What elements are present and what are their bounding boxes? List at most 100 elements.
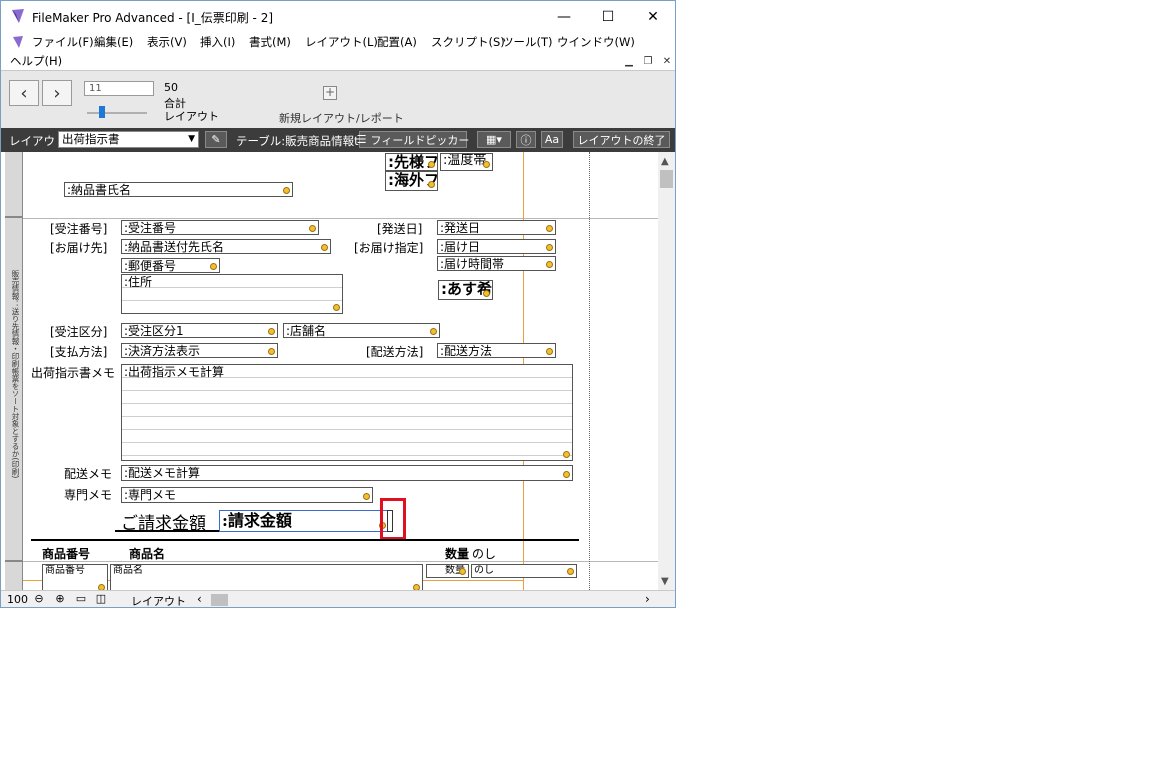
overseas-flag-field[interactable]: :海外フ [385,171,438,191]
col-noshi-label: のし [472,547,497,561]
layout-canvas[interactable]: 販売情報：送り先情報・印刷帳票をソート対象とするか(印刷) :先様フ :温度帯 … [1,152,658,590]
minimize-button[interactable]: — [541,1,587,32]
new-layout-button-label[interactable]: 新規レイアウト/レポート [279,110,404,126]
part-label-tab[interactable]: 販売情報：送り先情報・印刷帳票をソート対象とするか(印刷) [5,152,23,590]
billing-amount-field[interactable]: :請求金額 [219,510,389,532]
menu-edit[interactable]: 編集(E) [94,34,133,50]
billing-underline [115,530,221,532]
close-button[interactable]: ✕ [630,1,675,32]
theme-dropdown-button[interactable]: ▦▾ [477,131,511,148]
payment-field[interactable]: :決済方法表示 [121,343,278,358]
split-view-icon[interactable]: ◫ [93,592,109,607]
zip-field[interactable]: :郵便番号 [121,258,220,273]
chevron-right-icon: › [53,82,61,104]
address-field[interactable]: :住所 [121,274,343,314]
forward-button[interactable]: › [42,80,72,106]
special-memo-label: 専門メモ [64,488,113,502]
chevron-left-icon: ‹ [20,82,28,104]
ship-method-label: [配送方法] [366,345,424,359]
horizontal-scroll-thumb[interactable] [211,594,228,606]
destination-flag-field[interactable]: :先様フ [385,153,438,171]
layout-bar: レイアウト: 出荷指示書 ▼ ✎ テーブル:販売商品情報t ☰ フィールドピッカ… [1,128,675,152]
vertical-scrollbar[interactable]: ▲ ▼ [658,152,675,590]
scroll-left-icon[interactable]: ‹ [197,592,202,606]
vertical-scroll-thumb[interactable] [660,170,673,188]
row-noshi-field[interactable]: のし [471,564,577,578]
menu-help[interactable]: ヘルプ(H) [10,53,62,69]
menu-format[interactable]: 書式(M) [249,34,291,50]
scroll-up-icon[interactable]: ▲ [661,156,669,167]
text-format-button[interactable]: Aa [541,131,563,148]
resize-handle[interactable] [387,510,393,532]
mdi-minimize-button[interactable]: ▁ [621,53,637,69]
scroll-down-icon[interactable]: ▼ [661,576,669,587]
record-number-input[interactable]: 11 [84,81,154,96]
mdi-restore-button[interactable]: ❐ [640,53,656,69]
layout-select[interactable]: 出荷指示書 ▼ [58,131,199,148]
ship-date-label: [発送日] [377,222,423,236]
menu-view[interactable]: 表示(V) [147,34,187,50]
mdi-close-button[interactable]: ✕ [659,53,675,69]
tomorrow-flag-field[interactable]: :あす希 [438,280,493,300]
status-toolbar-toggle-icon[interactable]: ▭ [73,592,89,607]
list-icon: ☰ [356,133,367,146]
new-layout-icon[interactable]: + [323,86,337,100]
menu-scripts[interactable]: スクリプト(S) [431,34,505,50]
scroll-right-icon[interactable]: › [645,592,650,606]
record-slider-thumb[interactable] [99,106,105,118]
filemaker-app-icon [12,9,24,23]
status-toolbar: ‹ › 11 50 合計 レイアウト + 新規レイアウト/レポート [1,70,675,130]
row-qty-field[interactable]: 数量 [426,564,469,578]
delivery-time-field[interactable]: :届け時間帯 [437,256,556,271]
delivery-memo-label: 配送メモ [64,467,113,481]
zoom-in-icon[interactable]: ⊕ [52,592,68,607]
menu-insert[interactable]: 挿入(I) [200,34,235,50]
field-picker-label: フィールドピッカー [370,133,470,147]
inspector-button[interactable]: ⓘ [516,131,536,148]
delivery-spec-label: [お届け指定] [354,241,424,255]
ship-to-label: [お届け先] [50,241,108,255]
ship-to-name-field[interactable]: :納品書送付先氏名 [121,239,331,254]
highlight-box [380,498,406,540]
maximize-button[interactable]: ☐ [585,1,631,32]
menu-layouts[interactable]: レイアウト(L) [305,34,378,50]
document-app-icon[interactable] [13,36,23,48]
menu-bar: ファイル(F) 編集(E) 表示(V) 挿入(I) 書式(M) レイアウト(L)… [1,32,675,52]
menu-arrange[interactable]: 配置(A) [377,34,417,50]
row-product-no-field[interactable]: 商品番号 [42,564,108,590]
ship-method-field[interactable]: :配送方法 [437,343,556,358]
exit-layout-button[interactable]: レイアウトの終了 [573,131,670,148]
delivery-date-field[interactable]: :届け日 [437,239,556,254]
temperature-field[interactable]: :温度帯 [440,153,493,171]
record-slider-track[interactable] [87,112,147,114]
menu-file[interactable]: ファイル(F) [32,34,94,50]
delivery-memo-field[interactable]: :配送メモ計算 [121,465,573,481]
memo-field[interactable]: :出荷指示メモ計算 [121,364,573,461]
row-product-name-field[interactable]: 商品名 [110,564,423,590]
order-type-label: [受注区分] [50,325,108,339]
ship-date-field[interactable]: :発送日 [437,220,556,235]
mode-label: レイアウト [131,595,186,608]
edit-layout-button[interactable]: ✎ [205,131,227,148]
zoom-level[interactable]: 100 [7,593,28,606]
text-format-icon: Aa [544,133,560,146]
recipient-name-field[interactable]: :納品書氏名 [64,182,293,197]
memo-label: 出荷指示書メモ [31,366,116,380]
payment-label: [支払方法] [50,345,108,359]
field-picker-button[interactable]: ☰ フィールドピッカー [356,131,470,148]
menu-window[interactable]: ウインドウ(W) [557,34,635,50]
zoom-out-icon[interactable]: ⊖ [31,592,47,607]
order-no-field[interactable]: :受注番号 [121,220,319,235]
special-memo-field[interactable]: :専門メモ [121,487,373,503]
shop-name-field[interactable]: :店舗名 [283,323,440,338]
layout-mode-label: レイアウト [164,110,219,123]
order-type-field[interactable]: :受注区分1 [121,323,278,338]
order-no-label: [受注番号] [50,222,108,236]
total-count: 50 [164,81,178,94]
back-button[interactable]: ‹ [9,80,39,106]
info-icon: ⓘ [520,133,532,147]
layout-select-value: 出荷指示書 [62,132,120,146]
part-label: 販売情報：送り先情報・印刷帳票をソート対象とするか(印刷) [11,270,20,479]
menu-tools[interactable]: ツール(T) [502,34,553,50]
grid-icon: ▦▾ [486,133,502,146]
